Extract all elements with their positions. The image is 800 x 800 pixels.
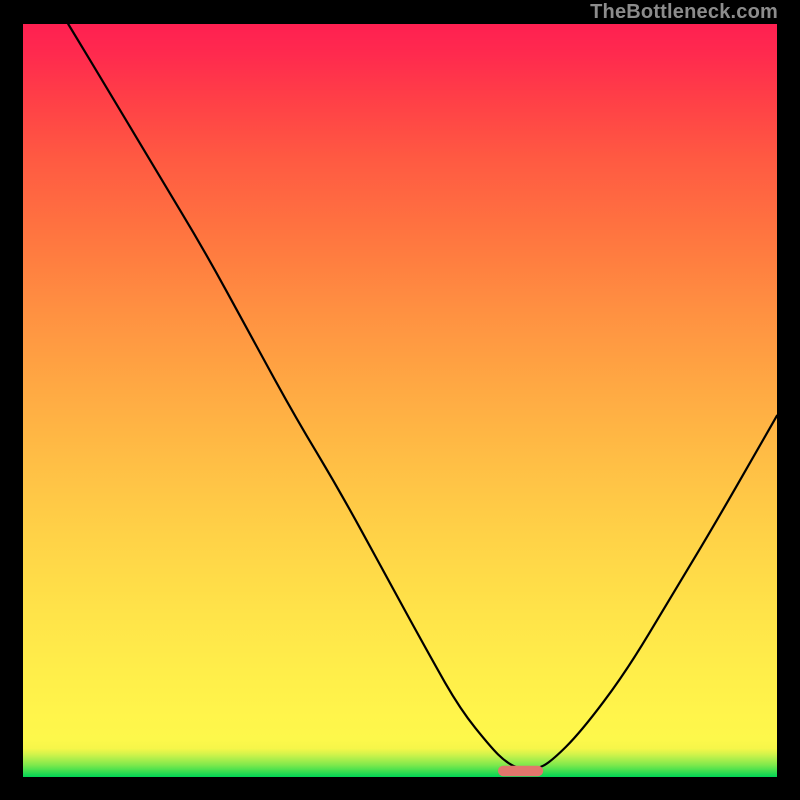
chart-plot-area: [23, 24, 777, 777]
watermark-text: TheBottleneck.com: [590, 1, 778, 24]
chart-frame: TheBottleneck.com: [0, 0, 800, 800]
optimal-range-marker: [498, 766, 543, 777]
chart-svg: [23, 24, 777, 777]
bottleneck-curve: [68, 24, 777, 770]
